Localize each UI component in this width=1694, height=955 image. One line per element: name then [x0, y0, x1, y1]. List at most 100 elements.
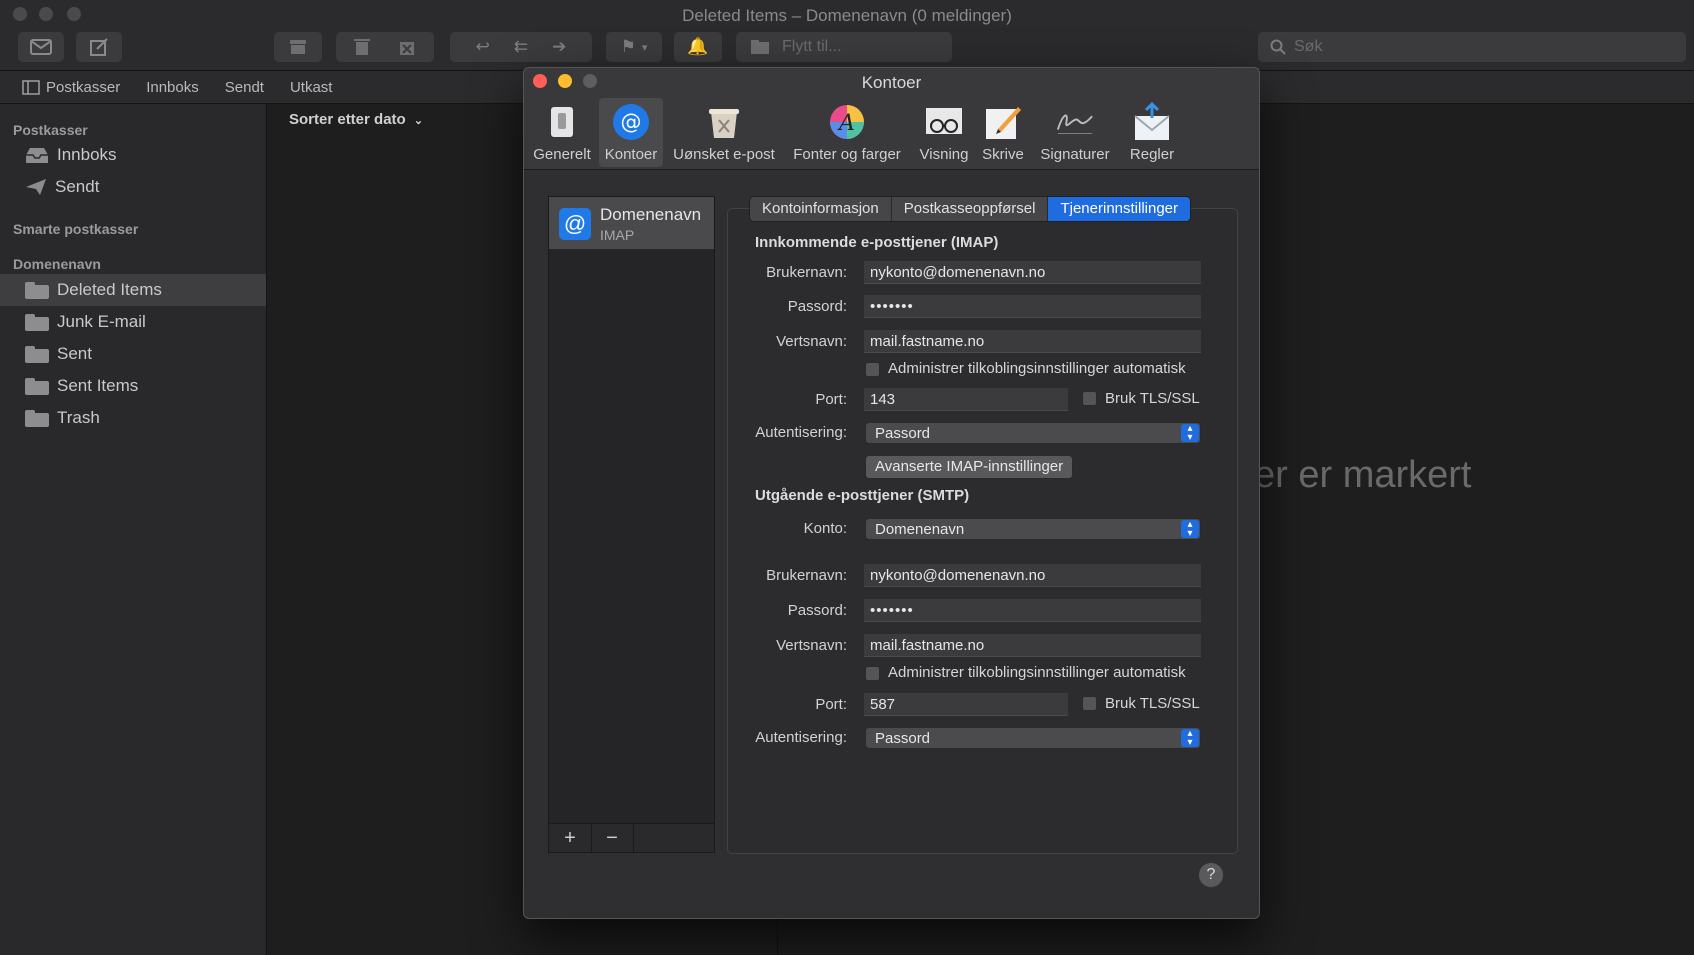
forward-icon[interactable]: ➔ [552, 37, 566, 57]
tab-kontoer[interactable]: @ Kontoer [599, 98, 663, 167]
outgoing-account-select[interactable]: Domenenavn ▴ ▾ [865, 518, 1201, 540]
incoming-password-label: Passord: [787, 298, 847, 315]
incoming-auto-manage-checkbox[interactable] [865, 362, 880, 377]
chevron-down-icon: ▾ [641, 41, 648, 54]
flag-button[interactable]: ⚑ ▾ [606, 32, 662, 62]
advanced-imap-button[interactable]: Avanserte IMAP-innstillinger [865, 455, 1074, 479]
stepper-arrows-icon: ▴ ▾ [1181, 424, 1199, 443]
compose-button[interactable] [76, 32, 122, 62]
reply-group[interactable]: ↩ ⇇ ➔ [450, 32, 592, 62]
tab-skrive[interactable]: Skrive [977, 98, 1029, 167]
sidebar-section-account[interactable]: Domenenavn [13, 256, 101, 272]
account-list-footer: + − [548, 823, 715, 853]
incoming-auto-manage-label: Administrer tilkoblingsinnstillinger aut… [888, 360, 1186, 377]
mailbox-sidebar: Postkasser Innboks Sendt Smarte postkass… [0, 104, 267, 955]
sidebar-item-sent-folder[interactable]: Sent [0, 338, 266, 370]
sort-menu[interactable]: Sorter etter dato ⌄ [289, 111, 423, 128]
sidebar-item-label: Innboks [57, 145, 117, 164]
window-title: Deleted Items – Domenenavn (0 meldinger) [682, 6, 1012, 25]
glasses-icon [924, 102, 964, 142]
get-mail-button[interactable] [18, 32, 64, 62]
outgoing-auth-label: Autentisering: [755, 729, 847, 746]
sidebar-item-inbox[interactable]: Innboks [0, 139, 266, 171]
tab-uonsket-epost[interactable]: Uønsket e-post [668, 98, 780, 167]
reply-icon[interactable]: ↩ [476, 37, 490, 57]
trash-icon [354, 39, 370, 55]
incoming-username-label: Brukernavn: [766, 264, 847, 281]
sidebar-item-label: Sent Items [57, 376, 139, 395]
envelope-icon [30, 39, 52, 55]
fav-innboks[interactable]: Innboks [146, 79, 199, 96]
incoming-auth-label: Autentisering: [755, 424, 847, 441]
tab-label: Uønsket e-post [673, 146, 775, 163]
outgoing-tls-label: Bruk TLS/SSL [1105, 695, 1200, 712]
sidebar-item-label: Sent [57, 344, 92, 363]
delete-junk-group[interactable] [336, 32, 434, 62]
sidebar-section-smart[interactable]: Smarte postkasser [13, 221, 138, 237]
fav-postkasser[interactable]: Postkasser [46, 79, 120, 96]
outgoing-password-label: Passord: [787, 602, 847, 619]
fav-sendt[interactable]: Sendt [225, 79, 264, 96]
sidebar-item-trash[interactable]: Trash [0, 402, 266, 434]
compose-icon [90, 38, 108, 56]
tab-visning[interactable]: Visning [914, 98, 974, 167]
sidebar-item-sent[interactable]: Sendt [0, 171, 266, 203]
stepper-arrows-icon: ▴ ▾ [1181, 520, 1199, 539]
fav-utkast[interactable]: Utkast [290, 79, 333, 96]
segment-kontoinformasjon[interactable]: Kontoinformasjon [750, 197, 892, 221]
move-to-button[interactable]: Flytt til... [736, 32, 952, 62]
pencil-paper-icon [983, 102, 1023, 142]
incoming-auth-select[interactable]: Passord ▴ ▾ [865, 422, 1201, 444]
tab-regler[interactable]: Regler [1122, 98, 1182, 167]
search-placeholder: Søk [1294, 38, 1323, 55]
incoming-port-field[interactable]: 143 [864, 388, 1068, 411]
add-account-button[interactable]: + [549, 824, 592, 852]
outgoing-auto-manage-label: Administrer tilkoblingsinnstillinger aut… [888, 664, 1186, 681]
remove-account-button[interactable]: − [591, 824, 634, 852]
mute-button[interactable]: 🔔 [674, 32, 722, 62]
segment-tjenerinnstillinger[interactable]: Tjenerinnstillinger [1048, 197, 1191, 221]
incoming-tls-checkbox[interactable] [1082, 391, 1097, 406]
svg-text:A: A [837, 111, 855, 136]
outgoing-host-field[interactable]: mail.fastname.no [864, 634, 1201, 657]
account-type: IMAP [600, 227, 635, 243]
tab-signaturer[interactable]: Signaturer [1031, 98, 1119, 167]
help-button[interactable]: ? [1198, 862, 1224, 888]
tab-label: Skrive [982, 146, 1024, 163]
stepper-arrows-icon: ▴ ▾ [1181, 729, 1199, 748]
sidebar-item-sent-items[interactable]: Sent Items [0, 370, 266, 402]
preferences-toolbar: Kontoer Generelt @ Kontoer Uønsket e-pos… [524, 68, 1259, 170]
outgoing-username-field[interactable]: nykonto@domenenavn.no [864, 564, 1201, 587]
no-message-selected-text: er er markert [1254, 454, 1472, 496]
archive-button[interactable] [274, 32, 322, 62]
incoming-username-field[interactable]: nykonto@domenenavn.no [864, 261, 1201, 284]
outgoing-auth-value: Passord [875, 730, 931, 747]
segment-postkasseoppforsel[interactable]: Postkasseoppførsel [892, 197, 1049, 221]
outgoing-auth-select[interactable]: Passord ▴ ▾ [865, 727, 1201, 749]
outgoing-auto-manage-checkbox[interactable] [865, 666, 880, 681]
tab-generelt[interactable]: Generelt [531, 98, 593, 167]
chevron-down-icon: ⌄ [413, 115, 424, 127]
tab-label: Signaturer [1040, 146, 1110, 163]
reply-all-icon[interactable]: ⇇ [514, 37, 528, 57]
flag-icon: ⚑ [620, 37, 636, 56]
at-icon: @ [611, 102, 651, 142]
switch-icon [542, 102, 582, 142]
sidebar-toggle-icon[interactable] [22, 79, 40, 95]
search-field[interactable]: Søk [1258, 32, 1686, 62]
paper-plane-icon [26, 179, 46, 195]
outgoing-account-label: Konto: [803, 520, 847, 537]
outgoing-password-field[interactable]: ••••••• [864, 599, 1201, 622]
outgoing-port-field[interactable]: 587 [864, 693, 1068, 716]
tab-label: Visning [919, 146, 969, 163]
folder-icon [25, 345, 49, 363]
sidebar-item-deleted-items[interactable]: Deleted Items [0, 274, 266, 306]
outgoing-tls-checkbox[interactable] [1082, 696, 1097, 711]
account-list-item[interactable]: @ Domenenavn IMAP [549, 197, 714, 249]
search-icon [1270, 39, 1286, 55]
incoming-host-field[interactable]: mail.fastname.no [864, 330, 1201, 353]
sidebar-item-junk-email[interactable]: Junk E-mail [0, 306, 266, 338]
outgoing-port-label: Port: [815, 696, 847, 713]
tab-fonter-og-farger[interactable]: A Fonter og farger [786, 98, 908, 167]
incoming-password-field[interactable]: ••••••• [864, 295, 1201, 318]
